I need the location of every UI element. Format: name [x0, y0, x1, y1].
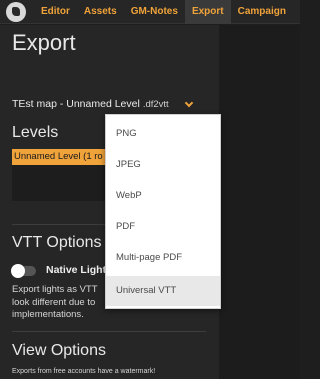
export-format-dropdown-menu: PNG JPEG WebP PDF Multi-page PDF Univers…: [105, 114, 221, 309]
chevron-down-icon: [184, 98, 194, 108]
format-option-universal-vtt[interactable]: Universal VTT: [106, 276, 220, 306]
view-options-heading: View Options: [12, 342, 106, 359]
nav-tab-export[interactable]: Export: [184, 0, 231, 24]
nav-tab-editor[interactable]: Editor: [34, 0, 77, 24]
levels-heading: Levels: [12, 124, 59, 141]
watermark-note: Exports from free accounts have a waterm…: [12, 368, 156, 375]
nav-tab-campaign[interactable]: Campaign: [231, 0, 293, 24]
map-select-extension: .df2vtt: [142, 98, 169, 110]
map-select-value: TEst map - Unnamed Level: [12, 98, 140, 110]
format-option-multi-page-pdf[interactable]: Multi-page PDF: [106, 243, 220, 273]
toggle-knob: [11, 264, 25, 278]
native-light-label: Native Light: [46, 264, 107, 276]
nav-tab-assets[interactable]: Assets: [77, 0, 124, 24]
app-logo-icon[interactable]: [6, 1, 26, 22]
format-option-png[interactable]: PNG: [106, 119, 220, 149]
nav-tab-gm-notes[interactable]: GM-Notes: [124, 0, 185, 24]
section-divider: [12, 331, 206, 332]
format-option-webp[interactable]: WebP: [106, 181, 220, 211]
page-title: Export: [12, 30, 76, 55]
top-nav-bar: Editor Assets GM-Notes Export Campaign: [0, 0, 300, 24]
description-line: implementations.: [12, 309, 84, 320]
map-canvas-area: [219, 25, 300, 379]
vtt-options-heading: VTT Options: [12, 234, 102, 251]
native-light-toggle[interactable]: [11, 264, 36, 278]
map-select-dropdown[interactable]: TEst map - Unnamed Level .df2vtt: [12, 96, 194, 112]
format-option-jpeg[interactable]: JPEG: [106, 150, 220, 180]
format-option-pdf[interactable]: PDF: [106, 212, 220, 242]
